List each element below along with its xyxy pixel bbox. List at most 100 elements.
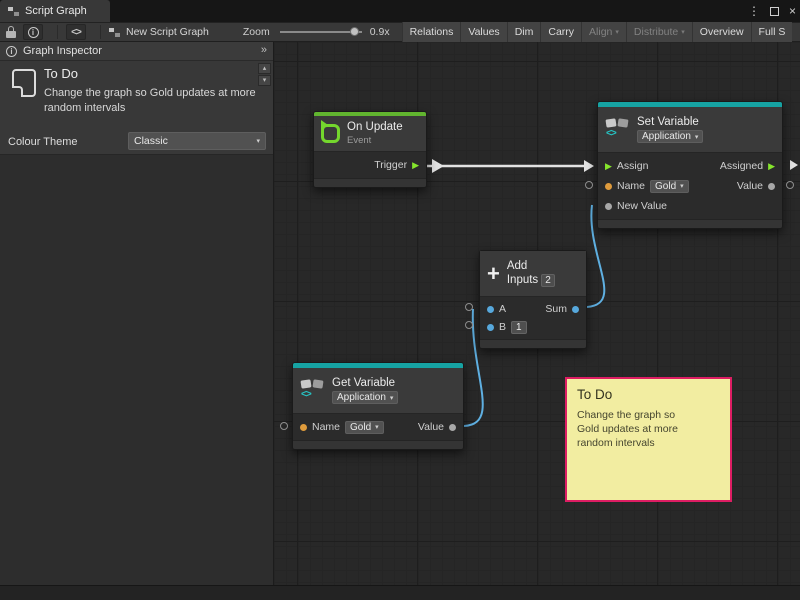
sum-output-port[interactable]: [572, 306, 579, 313]
colour-theme-value: Classic: [134, 135, 168, 147]
graph-inspector-content: i Graph Inspector » ▴ ▾ To Do Change the…: [0, 42, 273, 155]
window-controls: ⋮ ×: [748, 0, 796, 22]
dock-icon[interactable]: »: [261, 44, 267, 56]
info-icon: i: [28, 27, 39, 38]
zoom-value: 0.9x: [370, 26, 390, 38]
code-view-button[interactable]: <>: [66, 24, 86, 40]
get-name-outer-port[interactable]: [280, 422, 288, 430]
zoom-slider[interactable]: [280, 25, 362, 39]
node-set-variable[interactable]: <> Set Variable Application ▾ ▶ Assign A…: [597, 101, 783, 229]
assigned-out-arrow-icon: [790, 160, 798, 170]
new-script-graph-button[interactable]: New Script Graph: [109, 26, 209, 38]
node-title: On Update: [347, 121, 403, 133]
trigger-output-port[interactable]: ▶: [412, 161, 419, 170]
graph-inspector-header[interactable]: i Graph Inspector »: [0, 42, 273, 61]
add-header[interactable]: + Add Inputs2: [480, 251, 586, 297]
chevron-down-icon: ▾: [375, 423, 379, 431]
graph-toolbar: i <> New Script Graph Zoom 0.9x Relation…: [0, 22, 800, 42]
b-value-field[interactable]: 1: [511, 321, 527, 334]
on-update-header[interactable]: On Update Event: [314, 116, 426, 152]
maximize-icon[interactable]: [770, 7, 779, 16]
node-get-variable[interactable]: <> Get Variable Application ▾ Name Gold …: [292, 362, 464, 450]
toolbar-button-align[interactable]: Align▾: [581, 22, 626, 42]
toolbar-button-fullscreen[interactable]: Full S: [751, 22, 793, 42]
tab-script-graph[interactable]: Script Graph: [0, 0, 110, 22]
toolbar-button-group: Relations Values Dim Carry Align▾ Distri…: [402, 22, 793, 42]
scroll-down-icon[interactable]: ▾: [258, 75, 271, 86]
value-port-label: Value: [418, 421, 444, 433]
b-input-port[interactable]: [487, 324, 494, 331]
chevron-down-icon: ▾: [256, 137, 260, 145]
toolbar-button-distribute[interactable]: Distribute▾: [626, 22, 692, 42]
inspector-todo-body: Change the graph so Gold updates at more…: [44, 86, 260, 116]
toolbar-divider: [100, 25, 101, 39]
variable-scope-dropdown[interactable]: Application ▾: [332, 391, 398, 404]
a-port-label: A: [499, 303, 506, 315]
connection-arrow-icon: [432, 159, 444, 173]
toolbar-button-carry[interactable]: Carry: [540, 22, 581, 42]
set-variable-header[interactable]: <> Set Variable Application ▾: [598, 107, 782, 153]
tab-title: Script Graph: [25, 5, 87, 17]
node-footer: [293, 440, 463, 449]
toolbar-divider: [57, 25, 58, 39]
value-port-label: Value: [737, 180, 763, 192]
connection-arrowhead-icon: [584, 160, 594, 172]
scroll-up-icon[interactable]: ▴: [258, 63, 271, 74]
a-input-port[interactable]: [487, 306, 494, 313]
zoom-slider-thumb[interactable]: [350, 27, 359, 36]
chevron-down-icon: ▾: [680, 182, 684, 190]
lock-icon[interactable]: [6, 26, 16, 38]
chevron-down-icon: ▾: [695, 133, 699, 141]
node-body: Trigger ▶: [314, 152, 426, 178]
sticky-note[interactable]: To Do Change the graph so Gold updates a…: [565, 377, 732, 502]
set-name-outer-port[interactable]: [585, 181, 593, 189]
toolbar-button-dim[interactable]: Dim: [507, 22, 541, 42]
graph-inspector-panel: i Graph Inspector » ▴ ▾ To Do Change the…: [0, 42, 274, 585]
chevron-down-icon: ▾: [390, 394, 394, 402]
value-output-port[interactable]: [768, 183, 775, 190]
kebab-menu-icon[interactable]: ⋮: [748, 0, 760, 22]
toolbar-button-relations[interactable]: Relations: [402, 22, 461, 42]
assign-input-port[interactable]: ▶: [605, 162, 612, 171]
node-subtitle: Event: [347, 135, 403, 146]
node-body: ▶ Assign Assigned ▶ Name Gold ▾: [598, 153, 782, 219]
node-on-update[interactable]: On Update Event Trigger ▶: [313, 111, 427, 188]
inspector-todo-title: To Do: [44, 66, 78, 81]
add-b-outer-port[interactable]: [465, 321, 473, 329]
colour-theme-label: Colour Theme: [8, 136, 78, 148]
toolbar-button-overview[interactable]: Overview: [692, 22, 751, 42]
new-value-input-port[interactable]: [605, 203, 612, 210]
node-footer: [314, 178, 426, 187]
script-graph-icon: [109, 27, 120, 38]
toolbar-button-values[interactable]: Values: [460, 22, 506, 42]
colour-theme-dropdown[interactable]: Classic ▾: [128, 132, 266, 150]
node-add[interactable]: + Add Inputs2 A Sum: [479, 250, 587, 349]
name-input-port[interactable]: [605, 183, 612, 190]
variable-icon: <>: [605, 119, 630, 141]
variable-name-dropdown[interactable]: Gold ▾: [345, 421, 384, 434]
inspector-scrollbar: ▴ ▾: [258, 63, 271, 86]
variable-name-dropdown[interactable]: Gold ▾: [650, 180, 689, 193]
value-output-port[interactable]: [449, 424, 456, 431]
close-icon[interactable]: ×: [789, 0, 796, 22]
node-title: Set Variable: [637, 116, 703, 128]
chevron-down-icon: ▾: [681, 28, 685, 36]
assigned-output-port[interactable]: ▶: [768, 162, 775, 171]
node-body: A Sum B 1: [480, 297, 586, 339]
node-body: Name Gold ▾ Value: [293, 414, 463, 440]
script-graph-icon: [8, 6, 19, 17]
get-variable-header[interactable]: <> Get Variable Application ▾: [293, 368, 463, 414]
new-value-port-label: New Value: [617, 200, 667, 212]
plus-icon: +: [487, 264, 500, 284]
variable-scope-dropdown[interactable]: Application ▾: [637, 130, 703, 143]
name-port-label: Name: [312, 421, 340, 433]
graph-canvas[interactable]: On Update Event Trigger ▶ <> Set Variabl…: [274, 42, 800, 585]
b-port-label: B: [499, 321, 506, 333]
name-input-port[interactable]: [300, 424, 307, 431]
node-footer: [480, 339, 586, 348]
set-value-outer-port[interactable]: [786, 181, 794, 189]
add-a-outer-port[interactable]: [465, 303, 473, 311]
inputs-count-stepper[interactable]: 2: [541, 274, 555, 287]
assigned-port-label: Assigned: [720, 160, 763, 172]
inspector-toggle-button[interactable]: i: [23, 24, 43, 40]
